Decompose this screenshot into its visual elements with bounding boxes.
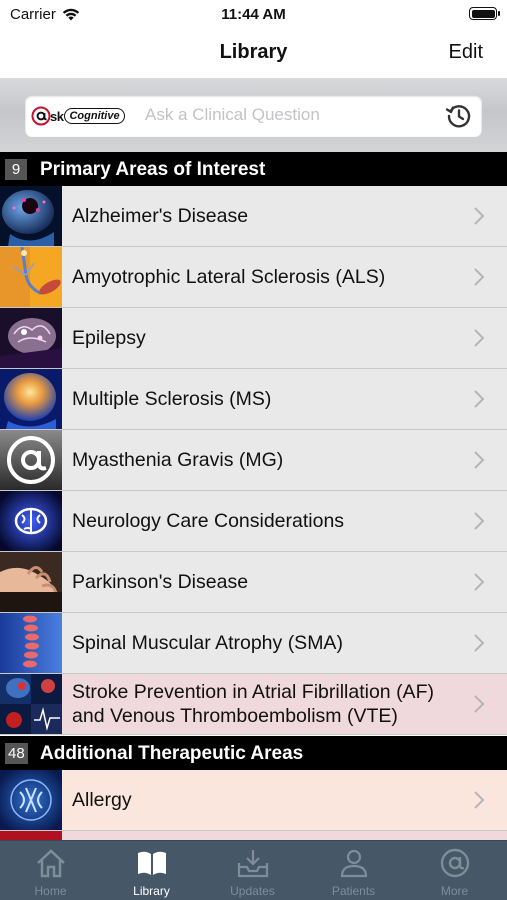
library-row-epilepsy[interactable]: Epilepsy <box>0 308 507 369</box>
askcognitive-logo: sk Cognitive <box>31 104 125 128</box>
row-label: Alzheimer's Disease <box>72 205 249 227</box>
row-label: Neurology Care Considerations <box>72 510 345 532</box>
tab-bar: Home Library Updates Patients More <box>0 840 507 900</box>
epilepsy-thumbnail <box>0 308 62 368</box>
library-row-stroke-prevention[interactable]: Stroke Prevention in Atrial Fibrillation… <box>0 674 507 735</box>
row-label: Multiple Sclerosis (MS) <box>72 388 272 410</box>
tab-label: More <box>440 884 469 898</box>
tab-updates[interactable]: Updates <box>202 841 303 900</box>
library-row-neurology-care[interactable]: Neurology Care Considerations <box>0 491 507 552</box>
home-icon <box>37 849 65 878</box>
tab-label: Home <box>34 884 67 898</box>
section-header-primary: 9 Primary Areas of Interest <box>0 152 507 186</box>
chevron-right-icon <box>474 268 485 286</box>
brain-thumbnail <box>0 491 62 551</box>
chevron-right-icon <box>474 207 485 225</box>
search-area: sk Cognitive <box>0 78 507 152</box>
tab-library[interactable]: Library <box>101 841 202 900</box>
next-row-thumbnail-peek <box>0 831 62 840</box>
library-row-sma[interactable]: Spinal Muscular Atrophy (SMA) <box>0 613 507 674</box>
chevron-right-icon <box>474 791 485 809</box>
at-icon <box>440 848 470 878</box>
search-input[interactable] <box>145 105 435 125</box>
chevron-right-icon <box>474 695 485 713</box>
logo-ask-text: sk <box>50 108 64 124</box>
allergy-thumbnail <box>0 770 62 830</box>
tab-patients[interactable]: Patients <box>303 841 404 900</box>
chevron-right-icon <box>474 451 485 469</box>
spine-thumbnail <box>0 613 62 673</box>
chevron-right-icon <box>474 329 485 347</box>
stroke-thumbnail <box>0 674 62 734</box>
alzheimers-thumbnail <box>0 186 62 246</box>
row-label: Parkinson's Disease <box>72 571 249 593</box>
edit-button[interactable]: Edit <box>449 41 483 64</box>
page-title: Library <box>219 41 288 63</box>
battery-icon <box>469 7 500 20</box>
chevron-right-icon <box>474 390 485 408</box>
history-icon[interactable] <box>445 102 473 130</box>
clock: 11:44 AM <box>221 6 286 23</box>
navigation-bar: Library Edit <box>0 30 507 78</box>
inbox-download-icon <box>237 850 269 878</box>
book-icon <box>138 851 166 875</box>
section-title: Primary Areas of Interest <box>40 159 266 180</box>
parkinsons-hand-thumbnail <box>0 552 62 612</box>
library-row-als[interactable]: Amyotrophic Lateral Sclerosis (ALS) <box>0 247 507 308</box>
library-row-mg[interactable]: Myasthenia Gravis (MG) <box>0 430 507 491</box>
row-label: Amyotrophic Lateral Sclerosis (ALS) <box>72 266 386 288</box>
section-title: Additional Therapeutic Areas <box>40 743 304 764</box>
person-icon <box>340 849 368 878</box>
next-row-peek <box>62 831 507 840</box>
row-label: Spinal Muscular Atrophy (SMA) <box>72 632 343 654</box>
section-count-badge: 9 <box>5 159 27 180</box>
search-box[interactable]: sk Cognitive <box>25 95 482 137</box>
library-row-alzheimers[interactable]: Alzheimer's Disease <box>0 186 507 247</box>
library-row-ms[interactable]: Multiple Sclerosis (MS) <box>0 369 507 430</box>
library-row-parkinsons[interactable]: Parkinson's Disease <box>0 552 507 613</box>
at-logo-icon <box>31 106 51 126</box>
status-bar: Carrier 11:44 AM <box>0 0 507 30</box>
chevron-right-icon <box>474 512 485 530</box>
row-label: Epilepsy <box>72 327 146 349</box>
als-thumbnail <box>0 247 62 307</box>
row-label: Stroke Prevention in Atrial Fibrillation… <box>72 681 434 727</box>
mg-at-logo-thumbnail <box>0 430 62 490</box>
row-label: Myasthenia Gravis (MG) <box>72 449 284 471</box>
library-row-allergy[interactable]: Allergy <box>0 770 507 831</box>
section-count-badge: 48 <box>5 743 28 764</box>
row-label: Allergy <box>72 789 132 811</box>
ms-thumbnail <box>0 369 62 429</box>
tab-more[interactable]: More <box>404 841 505 900</box>
logo-cognitive-text: Cognitive <box>64 108 125 124</box>
chevron-right-icon <box>474 573 485 591</box>
tab-label: Library <box>133 884 170 898</box>
chevron-right-icon <box>474 634 485 652</box>
tab-label: Patients <box>331 884 376 898</box>
tab-home[interactable]: Home <box>0 841 101 900</box>
section-header-additional: 48 Additional Therapeutic Areas <box>0 736 507 770</box>
tab-label: Updates <box>230 884 275 898</box>
